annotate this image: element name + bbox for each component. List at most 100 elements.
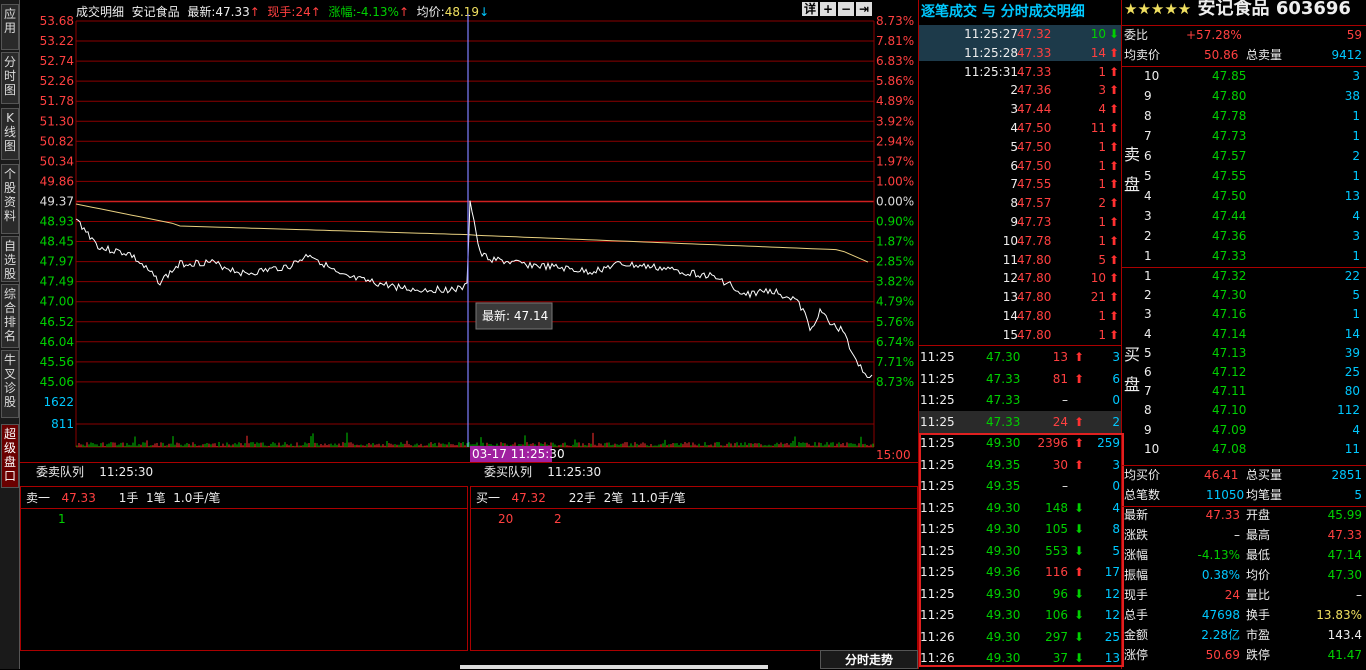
tick-row[interactable]: 11:25:27 47.32 10 ⬇ (920, 25, 1120, 43)
sidebar-tab-2[interactable]: K线图 (1, 108, 19, 160)
sidebar-tab-0[interactable]: 应用 (1, 4, 19, 50)
pct-tick-label: 6.83% (876, 54, 914, 68)
pct-tick-label: 3.92% (876, 114, 914, 128)
tick-row[interactable]: 2 47.36 3 ⬆ (920, 81, 1120, 99)
pct-tick-label: 0.00% (876, 194, 914, 208)
weibi-row: 委比 +57.28% 59 (1124, 28, 1362, 42)
minute-row[interactable]: 11:25 47.30 13 ⬆ 3 (920, 348, 1120, 366)
pct-tick-label: 0.90% (876, 215, 914, 229)
price-tick-label: 48.93 (40, 215, 74, 229)
price-tick-label: 46.52 (40, 315, 74, 329)
minute-row[interactable]: 11:26 49.30 37 ⬇ 13 (920, 649, 1120, 667)
ask-row: 6 47.57 2 (1144, 149, 1360, 163)
price-line (75, 200, 873, 379)
tick-row[interactable]: 11:25:31 47.33 1 ⬆ (920, 63, 1120, 81)
sidebar-tab-4[interactable]: 自选股 (1, 236, 19, 282)
buy-side-label: 买盘 (1124, 345, 1141, 394)
tick-row[interactable]: 3 47.44 4 ⬆ (920, 100, 1120, 118)
tick-row[interactable]: 10 47.78 1 ⬆ (920, 232, 1120, 250)
rating-stars: ★★★★★ (1124, 0, 1192, 18)
sidebar-tab-3[interactable]: 个股资料 (1, 164, 19, 234)
pct-tick-label: 3.82% (876, 275, 914, 289)
stat-row: 总手 47698 换手 13.83% (1124, 608, 1362, 622)
minute-row[interactable]: 11:25 47.33 81 ⬆ 6 (920, 370, 1120, 388)
sell-queue-item: 1 (58, 512, 66, 526)
pct-tick-label: 7.71% (876, 355, 914, 369)
sidebar-tab-5[interactable]: 综合排名 (1, 284, 19, 348)
minute-row[interactable]: 11:25 47.33 24 ⬆ 2 (920, 413, 1120, 431)
bid-row: 7 47.11 80 (1144, 384, 1360, 399)
minute-row[interactable]: 11:25 49.30 553 ⬇ 5 (920, 542, 1120, 560)
sidebar-tab-1[interactable]: 分时图 (1, 52, 19, 104)
tooltip-text: 最新: 47.14 (482, 308, 548, 323)
sell-one-row: 卖一 47.33 1手 1笔 1.0手/笔 (26, 491, 221, 505)
price-tick-label: 52.26 (40, 74, 74, 88)
tick-row[interactable]: 5 47.50 1 ⬆ (920, 138, 1120, 156)
tick-row[interactable]: 6 47.50 1 ⬆ (920, 157, 1120, 175)
price-tick-label: 51.30 (40, 114, 74, 128)
price-tick-label: 50.82 (40, 134, 74, 148)
tick-row[interactable]: 13 47.80 21 ⬆ (920, 288, 1120, 306)
tick-row[interactable]: 8 47.57 2 ⬆ (920, 194, 1120, 212)
minute-row[interactable]: 11:25 49.30 2396 ⬆ 259 (920, 434, 1120, 452)
price-tick-label: 45.06 (40, 375, 74, 389)
pct-tick-label: 2.85% (876, 255, 914, 269)
pct-tick-label: 6.74% (876, 335, 914, 349)
tick-row[interactable]: 11 47.80 5 ⬆ (920, 251, 1120, 269)
bid-row: 1 47.32 22 (1144, 269, 1360, 283)
sell-queue-title: 委卖队列 11:25:30 (36, 465, 154, 479)
bid-row: 10 47.08 11 (1144, 441, 1360, 456)
sidebar-tab-7[interactable]: 超级盘口 (1, 424, 19, 488)
buy-one-row: 买一 47.32 22手 2笔 11.0手/笔 (476, 491, 686, 505)
cursor-time-label: 03-17 11:25:30 (472, 447, 565, 461)
minute-row[interactable]: 11:26 49.30 297 ⬇ 25 (920, 628, 1120, 646)
timeshare-button[interactable]: 分时走势 (820, 650, 918, 669)
minute-row[interactable]: 11:25 49.30 106 ⬇ 12 (920, 606, 1120, 624)
price-tick-label: 46.04 (40, 335, 74, 349)
tick-row[interactable]: 7 47.55 1 ⬆ (920, 175, 1120, 193)
bid-row: 9 47.09 4 (1144, 422, 1360, 437)
price-tick-label: 51.78 (40, 94, 74, 108)
pct-tick-label: 4.79% (876, 295, 914, 309)
price-tick-label: 49.37 (40, 194, 74, 208)
stat-row: 涨幅 -4.13% 最低 47.14 (1124, 548, 1362, 562)
pct-tick-label: 8.73% (876, 375, 914, 389)
stat-row: 最新 47.33 开盘 45.99 (1124, 508, 1362, 522)
minute-row[interactable]: 11:25 47.33–0 (920, 391, 1120, 409)
tick-row[interactable]: 14 47.80 1 ⬆ (920, 307, 1120, 325)
stat-row: 涨停 50.69 跌停 41.47 (1124, 648, 1362, 662)
quote-header: ★★★★★ 安记食品 603696 (1124, 0, 1351, 18)
tick-row[interactable]: 11:25:28 47.33 14 ⬆ (920, 44, 1120, 62)
pct-tick-label: 5.76% (876, 315, 914, 329)
buy-queue-item: 2 (554, 512, 562, 526)
minute-row[interactable]: 11:25 49.30 148 ⬇ 4 (920, 499, 1120, 517)
avg-buy-row: 均买价 46.41 总买量 2851 (1124, 468, 1362, 482)
scrollbar[interactable] (460, 665, 768, 669)
minute-row[interactable]: 11:25 49.35–0 (920, 477, 1120, 495)
price-tick-label: 47.49 (40, 275, 74, 289)
minute-row[interactable]: 11:25 49.35 30 ⬆ 3 (920, 456, 1120, 474)
stat-row: 振幅 0.38% 均价 47.30 (1124, 568, 1362, 582)
tick-row[interactable]: 12 47.80 10 ⬆ (920, 269, 1120, 287)
tick-row[interactable]: 4 47.50 11 ⬆ (920, 119, 1120, 137)
avg-sell-row: 均卖价 50.86 总卖量 9412 (1124, 48, 1362, 62)
bid-row: 2 47.30 5 (1144, 288, 1360, 303)
minute-row[interactable]: 11:25 49.30 96 ⬇ 12 (920, 585, 1120, 603)
stat-row: 现手 24 量比 – (1124, 588, 1362, 602)
time-end-label: 15:00 (876, 448, 911, 462)
pct-tick-label: 5.86% (876, 74, 914, 88)
ask-row: 2 47.36 3 (1144, 229, 1360, 243)
sidebar-tab-6[interactable]: 牛叉诊股 (1, 350, 19, 418)
price-tick-label: 47.00 (40, 295, 74, 309)
pct-tick-label: 1.00% (876, 174, 914, 188)
price-tick-label: 45.56 (40, 355, 74, 369)
intraday-chart[interactable]: 53.68 8.73% 53.22 7.81% 52.74 6.83% 52.26 5.86%… (20, 14, 918, 464)
minute-row[interactable]: 11:25 49.30 105 ⬇ 8 (920, 520, 1120, 538)
tick-row[interactable]: 15 47.80 1 ⬆ (920, 326, 1120, 344)
stat-row: 金额 2.28亿 市盈 143.4 (1124, 628, 1362, 642)
ask-row: 5 47.55 1 (1144, 169, 1360, 183)
ask-row: 1 47.33 1 (1144, 249, 1360, 263)
price-tick-label: 52.74 (40, 54, 74, 68)
tick-row[interactable]: 9 47.73 1 ⬆ (920, 213, 1120, 231)
minute-row[interactable]: 11:25 49.36 116 ⬆ 17 (920, 563, 1120, 581)
